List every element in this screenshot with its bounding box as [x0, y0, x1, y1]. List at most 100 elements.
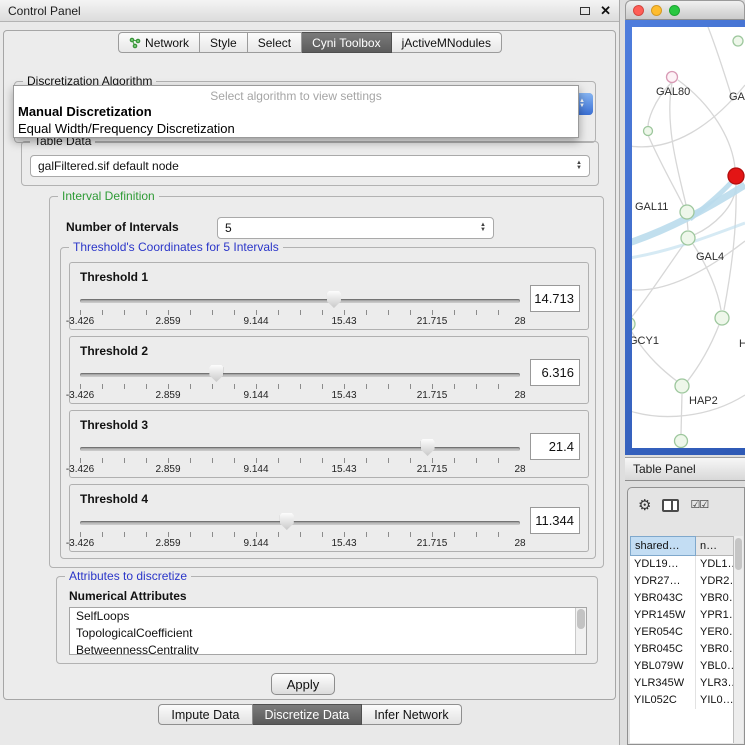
table-scrollbar[interactable]	[733, 536, 743, 743]
threshold-label: Threshold 2	[80, 344, 148, 358]
dropdown-option-equal-width[interactable]: Equal Width/Frequency Discretization	[14, 120, 578, 137]
select-all-checkboxes-icon[interactable]: ☑☑	[690, 500, 708, 511]
control-panel-titlebar: Control Panel ✕	[0, 0, 619, 22]
threshold-2-value-field[interactable]: 6.316	[530, 359, 580, 386]
threshold-2-slider[interactable]: -3.426 2.859 9.144 15.43 21.715 28	[80, 363, 520, 403]
dropdown-option-manual[interactable]: Manual Discretization	[14, 103, 578, 120]
table-row[interactable]: YBL079W YBL0…	[630, 658, 736, 675]
table-cell[interactable]: YPR1…	[696, 607, 736, 624]
minimize-traffic-light-icon[interactable]	[651, 5, 662, 16]
table-row[interactable]: YDR27… YDR2…	[630, 573, 736, 590]
float-window-icon[interactable]	[580, 7, 590, 15]
threshold-4-value-field[interactable]: 11.344	[530, 507, 580, 534]
slider-thumb[interactable]	[421, 439, 435, 456]
close-traffic-light-icon[interactable]	[633, 5, 644, 16]
threshold-3-slider[interactable]: -3.426 2.859 9.144 15.43 21.715 28	[80, 437, 520, 477]
table-cell[interactable]: YDR2…	[696, 573, 736, 590]
slider-track[interactable]	[80, 373, 520, 377]
network-node[interactable]	[680, 205, 694, 219]
tab-select[interactable]: Select	[248, 32, 302, 53]
network-node[interactable]	[681, 231, 695, 245]
tick-label: 9.144	[236, 538, 276, 549]
threshold-3-value-field[interactable]: 21.4	[530, 433, 580, 460]
network-node[interactable]	[632, 317, 635, 331]
window-title: Control Panel	[8, 4, 81, 18]
table-cell[interactable]: YBL079W	[630, 658, 696, 675]
table-cell[interactable]: YBR045C	[630, 641, 696, 658]
threshold-1-slider[interactable]: -3.426 2.859 9.144 15.43 21.715 28	[80, 289, 520, 329]
combo-stepper-icon[interactable]: ▲ ▼	[576, 161, 582, 171]
column-header-name[interactable]: n…	[696, 536, 736, 556]
attributes-group: Attributes to discretize Numerical Attri…	[56, 576, 598, 664]
network-canvas[interactable]: GAL80 GA GAL11 GAL4 GCY1 HAP2 H	[632, 27, 745, 448]
slider-track[interactable]	[80, 299, 520, 303]
column-header-shared-name[interactable]: shared…	[630, 536, 696, 556]
table-cell[interactable]: YER054C	[630, 624, 696, 641]
table-cell[interactable]: YBR0…	[696, 590, 736, 607]
table-row[interactable]: YDL19… YDL1…	[630, 556, 736, 573]
num-intervals-combobox[interactable]: 5 ▲ ▼	[217, 217, 494, 239]
table-row[interactable]: YPR145W YPR1…	[630, 607, 736, 624]
tab-infer-network[interactable]: Infer Network	[362, 704, 461, 725]
table-data-combobox[interactable]: galFiltered.sif default node ▲ ▼	[30, 155, 590, 177]
network-icon	[129, 37, 141, 49]
network-node[interactable]	[644, 127, 653, 136]
table-cell[interactable]: YBR043C	[630, 590, 696, 607]
table-row[interactable]: YER054C YER0…	[630, 624, 736, 641]
threshold-4-slider[interactable]: -3.426 2.859 9.144 15.43 21.715 28	[80, 511, 520, 551]
table-row[interactable]: YBR043C YBR0…	[630, 590, 736, 607]
tab-label: Style	[210, 36, 237, 50]
table-cell[interactable]: YDL1…	[696, 556, 736, 573]
node-label: GAL80	[656, 86, 690, 98]
tab-label: Discretize Data	[265, 708, 350, 722]
table-cell[interactable]: YPR145W	[630, 607, 696, 624]
threshold-1-value-field[interactable]: 14.713	[530, 285, 580, 312]
table-cell[interactable]: YBL0…	[696, 658, 736, 675]
tab-network[interactable]: Network	[118, 32, 200, 53]
apply-button[interactable]: Apply	[271, 673, 335, 695]
table-cell[interactable]: YLR3…	[696, 675, 736, 692]
network-node-selected[interactable]	[728, 168, 744, 184]
tab-impute-data[interactable]: Impute Data	[158, 704, 252, 725]
slider-thumb[interactable]	[280, 513, 294, 530]
tab-jactivemnodules[interactable]: jActiveMNodules	[392, 32, 502, 53]
list-item[interactable]: BetweennessCentrality	[70, 642, 586, 655]
slider-thumb[interactable]	[327, 291, 341, 308]
attributes-group-title: Attributes to discretize	[65, 569, 191, 583]
table-cell[interactable]: YER0…	[696, 624, 736, 641]
zoom-traffic-light-icon[interactable]	[669, 5, 680, 16]
table-row[interactable]: YIL052C YIL0…	[630, 692, 736, 709]
tick-label: 21.715	[412, 316, 452, 327]
close-icon[interactable]: ✕	[600, 4, 611, 17]
table-cell[interactable]: YDL19…	[630, 556, 696, 573]
combo-stepper-icon[interactable]: ▲ ▼	[480, 223, 486, 233]
tab-cyni-toolbox[interactable]: Cyni Toolbox	[302, 32, 391, 53]
slider-scale: -3.426 2.859 9.144 15.43 21.715 28	[60, 316, 540, 327]
table-cell[interactable]: YLR345W	[630, 675, 696, 692]
tab-discretize-data[interactable]: Discretize Data	[253, 704, 363, 725]
slider-thumb[interactable]	[209, 365, 223, 382]
table-row[interactable]: YBR045C YBR0…	[630, 641, 736, 658]
gear-icon[interactable]: ⚙	[638, 498, 651, 513]
slider-track[interactable]	[80, 447, 520, 451]
threshold-2-panel: Threshold 2 -3.426 2.859 9.144 15.43 21.…	[69, 336, 589, 404]
network-node[interactable]	[675, 379, 689, 393]
list-item[interactable]: TopologicalCoefficient	[70, 625, 586, 642]
table-cell[interactable]: YIL0…	[696, 692, 736, 709]
table-cell[interactable]: YDR27…	[630, 573, 696, 590]
network-node[interactable]	[715, 311, 729, 325]
scrollbar-thumb[interactable]	[735, 538, 742, 570]
network-node[interactable]	[733, 36, 743, 46]
table-cell[interactable]: YIL052C	[630, 692, 696, 709]
list-item[interactable]: SelfLoops	[70, 608, 586, 625]
columns-icon[interactable]	[662, 499, 679, 512]
slider-track[interactable]	[80, 521, 520, 525]
table-cell[interactable]: YBR0…	[696, 641, 736, 658]
attributes-scrollbar[interactable]	[575, 608, 586, 654]
network-node[interactable]	[675, 435, 688, 448]
network-node[interactable]	[667, 72, 678, 83]
tab-style[interactable]: Style	[200, 32, 248, 53]
tick-label: 9.144	[236, 464, 276, 475]
table-row[interactable]: YLR345W YLR3…	[630, 675, 736, 692]
scrollbar-thumb[interactable]	[577, 609, 585, 629]
